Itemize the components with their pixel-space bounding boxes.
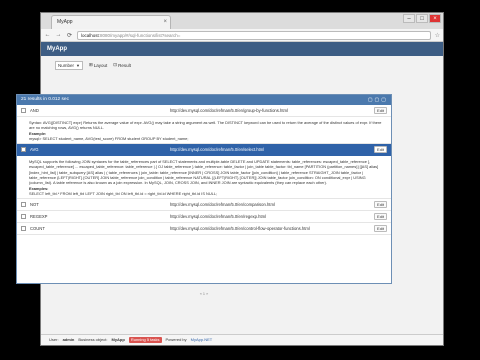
url-host: localhost (81, 32, 99, 38)
table-row[interactable]: AND http://dev.mysql.com/doc/refman/5.0/… (17, 105, 391, 117)
panel-header-icons[interactable]: ▢▢▢ (368, 95, 388, 105)
table-row[interactable]: REGEXP http://dev.mysql.com/doc/refman/5… (17, 211, 391, 224)
tab-title: MyApp (57, 19, 73, 25)
row-detail: MySQL supports the following JOIN syntax… (17, 156, 391, 200)
tab-bar: MyApp × – □ × (41, 13, 443, 29)
row-checkbox[interactable] (21, 214, 26, 220)
row-name: AVG (30, 147, 39, 153)
toolbar: Number ▼ ⊞ Layout ⊡ Result (41, 56, 443, 74)
row-checkbox[interactable] (21, 108, 26, 113)
url-input[interactable]: localhost:8080/myapp/#/sql-functions/lis… (77, 30, 431, 40)
row-detail: Syntax: AVG([DISTINCT] expr) Returns the… (17, 117, 391, 145)
row-checkbox[interactable] (21, 147, 26, 153)
table-row[interactable]: COUNT http://dev.mysql.com/doc/refman/5.… (17, 223, 391, 236)
type-select-value: Number (58, 62, 75, 68)
panel-header: 21 results in 0.012 sec ▢▢▢ (17, 95, 391, 105)
row-checkbox[interactable] (21, 226, 26, 232)
row-name: NOT (30, 202, 39, 208)
close-tab-icon[interactable]: × (163, 16, 167, 28)
browser-tab[interactable]: MyApp × (51, 15, 171, 29)
row-link[interactable]: http://dev.mysql.com/doc/refman/5.0/en/s… (170, 147, 370, 152)
row-link[interactable]: http://dev.mysql.com/doc/refman/5.0/en/c… (170, 226, 370, 231)
edit-button[interactable]: Edit (374, 146, 387, 154)
result-button[interactable]: ⊡ Result (113, 62, 131, 68)
app-navbar: MyApp (41, 42, 443, 56)
layout-button[interactable]: ⊞ Layout (89, 62, 107, 68)
detail-example: SELECT left_tbl.* FROM left_tbl LEFT JOI… (29, 190, 218, 196)
edit-button[interactable]: Edit (374, 213, 387, 221)
edit-button[interactable]: Edit (374, 201, 387, 209)
detail-text: Syntax: AVG([DISTINCT] expr) Returns the… (29, 120, 382, 131)
row-link[interactable]: http://dev.mysql.com/doc/refman/5.0/en/c… (170, 202, 370, 207)
row-name: AND (30, 108, 39, 113)
module-name: MyApp (111, 337, 125, 342)
pagination[interactable]: « 1 » (16, 292, 392, 296)
chevron-down-icon: ▼ (76, 62, 80, 68)
layout-icon: ⊞ (89, 62, 93, 67)
user-label: User: (49, 337, 59, 342)
edit-button[interactable]: Edit (374, 225, 387, 233)
row-link[interactable]: http://dev.mysql.com/doc/refman/5.0/en/g… (170, 108, 370, 113)
minimize-button[interactable]: – (403, 14, 415, 23)
url-path: :8080/myapp/#/sql-functions/list?search= (98, 32, 181, 38)
panel-title: 21 results in 0.012 sec (21, 97, 69, 102)
edit-button[interactable]: Edit (374, 107, 387, 114)
app-title[interactable]: MyApp (47, 46, 67, 52)
row-checkbox[interactable] (21, 202, 26, 208)
detail-example: mysql> SELECT student_name, AVG(test_sco… (29, 135, 189, 141)
module-label: Business object: (78, 337, 108, 342)
reload-icon[interactable]: ⟳ (66, 32, 73, 39)
row-name: REGEXP (30, 214, 48, 220)
detail-text: MySQL supports the following JOIN syntax… (29, 159, 379, 186)
status-badge[interactable]: Running 5 tasks (128, 337, 162, 343)
result-label: Result (118, 62, 131, 68)
table-row-selected[interactable]: AVG http://dev.mysql.com/doc/refman/5.0/… (17, 144, 391, 157)
layout-label: Layout (93, 62, 108, 68)
window-controls: – □ × (403, 14, 441, 23)
forward-icon[interactable]: → (55, 32, 62, 38)
row-name: COUNT (30, 226, 45, 232)
maximize-button[interactable]: □ (416, 14, 428, 23)
result-icon: ⊡ (113, 62, 118, 67)
row-link[interactable]: http://dev.mysql.com/doc/refman/5.0/en/r… (170, 214, 370, 219)
results-panel: 21 results in 0.012 sec ▢▢▢ AND http://d… (16, 94, 392, 284)
user-name: admin (62, 337, 75, 342)
powered-link[interactable]: MyApp.NET (191, 335, 213, 345)
address-bar: ← → ⟳ localhost:8080/myapp/#/sql-functio… (41, 29, 443, 42)
type-select[interactable]: Number ▼ (55, 60, 83, 70)
table-row[interactable]: NOT http://dev.mysql.com/doc/refman/5.0/… (17, 199, 391, 212)
status-bar: User: admin Business object: MyApp Runni… (41, 334, 443, 345)
bookmark-star-icon[interactable]: ☆ (435, 32, 440, 39)
back-icon[interactable]: ← (44, 32, 51, 38)
close-window-button[interactable]: × (429, 14, 441, 23)
powered-label: Powered by (165, 337, 187, 342)
